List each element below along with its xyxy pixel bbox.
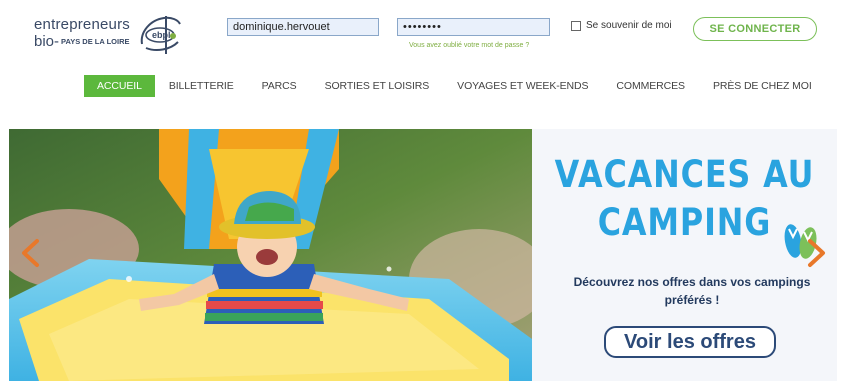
promo-title-line1: VACANCES AU	[554, 153, 815, 196]
logo-text-bio: bio-	[34, 33, 60, 50]
site-logo[interactable]: entrepreneurs bio- PAYS DE LA LOIRE ebpl	[34, 14, 184, 56]
promo-panel: VACANCES AU CAMPING Découvrez nos offres…	[532, 129, 837, 381]
main-nav: ACCUEIL BILLETTERIE PARCS SORTIES ET LOI…	[84, 75, 826, 97]
remember-me-checkbox-box[interactable]	[571, 20, 581, 31]
nav-item-commerces[interactable]: COMMERCES	[602, 75, 699, 97]
logo-text-region: bio- PAYS DE LA LOIRE	[34, 33, 130, 51]
remember-me-label: Se souvenir de moi	[586, 20, 672, 31]
remember-me-checkbox[interactable]: Se souvenir de moi	[571, 20, 672, 31]
connect-button[interactable]: SE CONNECTER	[693, 17, 817, 41]
nav-item-parcs[interactable]: PARCS	[248, 75, 311, 97]
password-input[interactable]	[397, 18, 550, 36]
nav-item-voyages-et-week-ends[interactable]: VOYAGES ET WEEK-ENDS	[443, 75, 602, 97]
promo-description-line1: Découvrez nos offres dans vos campings	[573, 275, 811, 289]
nav-item-sorties-et-loisirs[interactable]: SORTIES ET LOISIRS	[311, 75, 444, 97]
nav-item-accueil[interactable]: ACCUEIL	[84, 75, 155, 97]
see-offers-button[interactable]: Voir les offres	[604, 326, 776, 358]
hero-photo-child-waterslide	[9, 129, 532, 381]
chevron-right-icon[interactable]	[806, 238, 828, 268]
logo-text-entrepreneurs: entrepreneurs	[34, 16, 130, 33]
username-input[interactable]	[227, 18, 379, 36]
promo-title-line2: CAMPING	[597, 201, 772, 244]
nav-item-pres-de-chez-moi[interactable]: PRÈS DE CHEZ MOI	[699, 75, 826, 97]
chevron-left-icon[interactable]	[19, 238, 41, 268]
hero-carousel[interactable]: VACANCES AU CAMPING Découvrez nos offres…	[9, 129, 837, 381]
svg-text:ebpl: ebpl	[152, 30, 171, 40]
logo-text-pays-de-la-loire: PAYS DE LA LOIRE	[61, 37, 130, 46]
promo-description-line2: préférés !	[664, 293, 720, 307]
forgot-password-link[interactable]: Vous avez oublié votre mot de passe ?	[409, 42, 529, 49]
promo-description: Découvrez nos offres dans vos campings p…	[542, 273, 837, 309]
nav-item-billetterie[interactable]: BILLETTERIE	[155, 75, 248, 97]
ebpl-logo-mark-icon: ebpl	[140, 16, 181, 54]
